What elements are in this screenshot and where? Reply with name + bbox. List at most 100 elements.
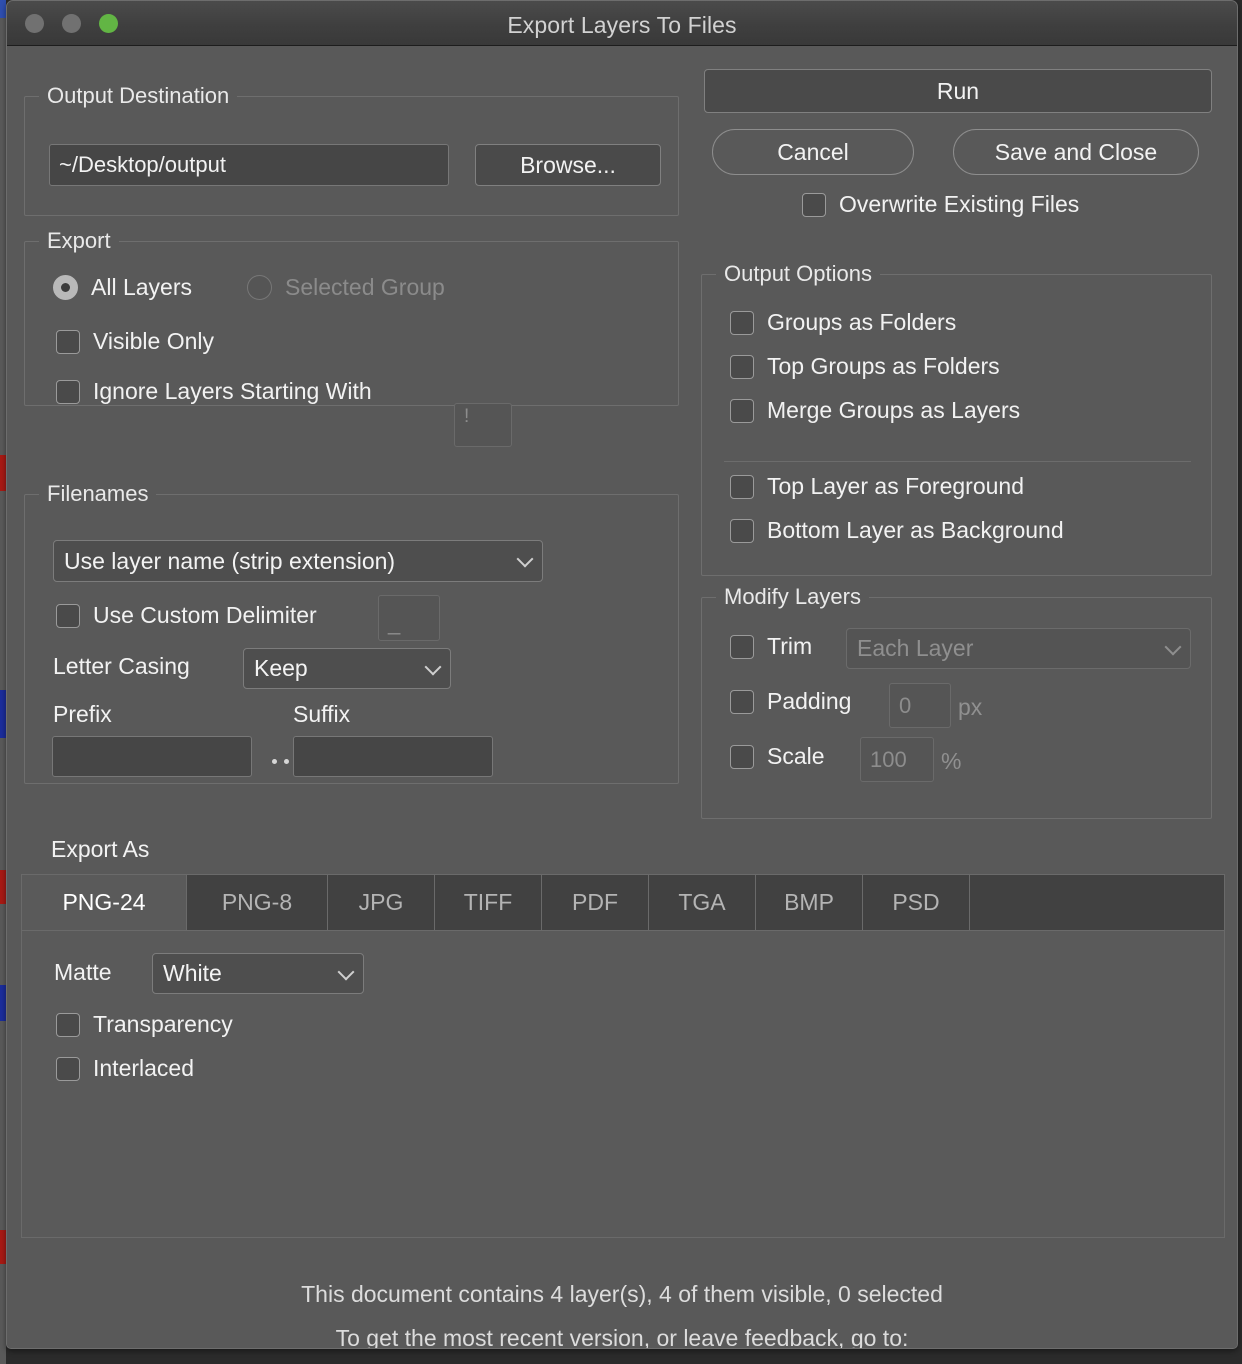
all-layers-radio[interactable] — [53, 275, 78, 300]
trim-checkbox[interactable] — [730, 634, 754, 659]
visible-only-checkbox[interactable] — [56, 329, 80, 354]
output-options-group: Output Options Groups as Folders Top Gro… — [701, 261, 1212, 576]
ignore-layers-label: Ignore Layers Starting With — [93, 378, 372, 404]
run-button[interactable]: Run — [704, 69, 1212, 113]
scale-label: Scale — [767, 743, 825, 769]
checkbox-groups-as-folders[interactable]: Groups as Folders — [730, 309, 956, 336]
checkbox-top-layer-as-foreground[interactable]: Top Layer as Foreground — [730, 473, 1024, 500]
prefix-input[interactable] — [52, 736, 252, 777]
output-destination-legend: Output Destination — [39, 83, 238, 109]
selected-group-radio[interactable] — [247, 275, 272, 300]
overwrite-existing-checkbox[interactable] — [802, 192, 826, 217]
chevron-down-icon — [424, 658, 442, 675]
top-layer-as-foreground-checkbox[interactable] — [730, 474, 754, 499]
interlaced-checkbox[interactable] — [56, 1056, 80, 1081]
tab-bmp[interactable]: BMP — [756, 875, 863, 930]
ignore-layers-checkbox[interactable] — [56, 379, 80, 404]
checkbox-visible-only[interactable]: Visible Only — [56, 328, 214, 355]
transparency-checkbox[interactable] — [56, 1012, 80, 1037]
checkbox-scale[interactable]: Scale — [730, 743, 825, 770]
trim-mode-select[interactable]: Each Layer — [846, 628, 1191, 669]
scale-checkbox[interactable] — [730, 744, 754, 769]
tab-psd[interactable]: PSD — [863, 875, 970, 930]
modify-layers-group: Modify Layers Trim Each Layer Padding 0 … — [701, 584, 1212, 819]
naming-scheme-select[interactable]: Use layer name (strip extension) — [53, 540, 543, 582]
radio-selected-group[interactable]: Selected Group — [247, 274, 445, 301]
custom-delimiter-checkbox[interactable] — [56, 603, 80, 628]
top-groups-as-folders-checkbox[interactable] — [730, 354, 754, 379]
custom-delimiter-label: Use Custom Delimiter — [93, 602, 317, 628]
tab-tiff[interactable]: TIFF — [435, 875, 542, 930]
window-title: Export Layers To Files — [507, 12, 737, 38]
scale-unit-label: % — [941, 748, 962, 774]
top-groups-as-folders-label: Top Groups as Folders — [767, 353, 1000, 379]
browse-button[interactable]: Browse... — [475, 144, 661, 186]
cancel-button[interactable]: Cancel — [712, 129, 914, 175]
ignore-prefix-input[interactable]: ! — [454, 403, 512, 447]
checkbox-ignore-layers[interactable]: Ignore Layers Starting With — [56, 378, 372, 405]
checkbox-merge-groups-as-layers[interactable]: Merge Groups as Layers — [730, 397, 1020, 424]
radio-all-layers[interactable]: All Layers — [53, 274, 192, 301]
matte-value: White — [163, 960, 222, 986]
chevron-down-icon — [1164, 638, 1182, 655]
output-options-divider — [724, 461, 1191, 462]
checkbox-top-groups-as-folders[interactable]: Top Groups as Folders — [730, 353, 1000, 380]
tab-tga[interactable]: TGA — [649, 875, 756, 930]
checkbox-trim[interactable]: Trim — [730, 633, 812, 660]
dialog-body: Output Destination ~/Desktop/output Brow… — [7, 46, 1237, 1349]
letter-casing-row: Letter Casing — [53, 653, 190, 680]
tab-jpg[interactable]: JPG — [328, 875, 435, 930]
export-group: Export All Layers Selected Group Visible… — [24, 228, 679, 447]
checkbox-custom-delimiter[interactable]: Use Custom Delimiter — [56, 602, 317, 629]
titlebar: Export Layers To Files — [7, 1, 1237, 46]
letter-casing-label: Letter Casing — [53, 653, 190, 679]
bottom-layer-as-background-checkbox[interactable] — [730, 518, 754, 543]
top-layer-as-foreground-label: Top Layer as Foreground — [767, 473, 1024, 499]
trim-label: Trim — [767, 633, 813, 659]
output-destination-group: Output Destination ~/Desktop/output Brow… — [24, 83, 679, 216]
checkbox-interlaced[interactable]: Interlaced — [56, 1055, 194, 1082]
chevron-down-icon — [337, 963, 355, 980]
letter-casing-value: Keep — [254, 655, 308, 681]
delimiter-input[interactable]: _ — [378, 595, 440, 641]
padding-label: Padding — [767, 688, 852, 714]
padding-checkbox[interactable] — [730, 689, 754, 714]
checkbox-padding[interactable]: Padding — [730, 688, 851, 715]
output-options-legend: Output Options — [716, 261, 880, 287]
letter-casing-select[interactable]: Keep — [243, 648, 451, 689]
selected-group-label: Selected Group — [285, 274, 445, 300]
export-layers-dialog: Export Layers To Files Output Destinatio… — [6, 0, 1238, 1349]
checkbox-overwrite-existing[interactable]: Overwrite Existing Files — [802, 191, 1079, 218]
overwrite-existing-label: Overwrite Existing Files — [839, 191, 1080, 217]
export-legend: Export — [39, 228, 119, 254]
merge-groups-as-layers-checkbox[interactable] — [730, 398, 754, 423]
groups-as-folders-label: Groups as Folders — [767, 309, 957, 335]
tab-png-24[interactable]: PNG-24 — [22, 875, 187, 930]
save-and-close-button[interactable]: Save and Close — [953, 129, 1199, 175]
chevron-down-icon — [516, 550, 534, 568]
suffix-input[interactable] — [293, 736, 493, 777]
tab-pdf[interactable]: PDF — [542, 875, 649, 930]
prefix-label: Prefix — [53, 701, 112, 727]
matte-select[interactable]: White — [152, 953, 364, 994]
filenames-group: Filenames Use layer name (strip extensio… — [24, 481, 679, 784]
scale-input[interactable]: 100 — [860, 737, 934, 782]
groups-as-folders-checkbox[interactable] — [730, 310, 754, 335]
output-path-input[interactable]: ~/Desktop/output — [49, 144, 449, 186]
feedback-message: To get the most recent version, or leave… — [335, 1325, 909, 1349]
interlaced-label: Interlaced — [93, 1055, 195, 1081]
tab-strip-filler — [970, 875, 1224, 930]
trim-mode-value: Each Layer — [857, 635, 974, 661]
all-layers-label: All Layers — [91, 274, 192, 300]
transparency-label: Transparency — [93, 1011, 233, 1037]
checkbox-transparency[interactable]: Transparency — [56, 1011, 233, 1038]
export-as-label: Export As — [51, 836, 150, 862]
filenames-legend: Filenames — [39, 481, 157, 507]
visible-only-label: Visible Only — [93, 328, 215, 354]
matte-label: Matte — [54, 959, 112, 985]
tab-png-8[interactable]: PNG-8 — [187, 875, 328, 930]
checkbox-bottom-layer-as-background[interactable]: Bottom Layer as Background — [730, 517, 1064, 544]
modify-layers-legend: Modify Layers — [716, 584, 869, 610]
padding-input[interactable]: 0 — [889, 683, 951, 728]
merge-groups-as-layers-label: Merge Groups as Layers — [767, 397, 1021, 423]
